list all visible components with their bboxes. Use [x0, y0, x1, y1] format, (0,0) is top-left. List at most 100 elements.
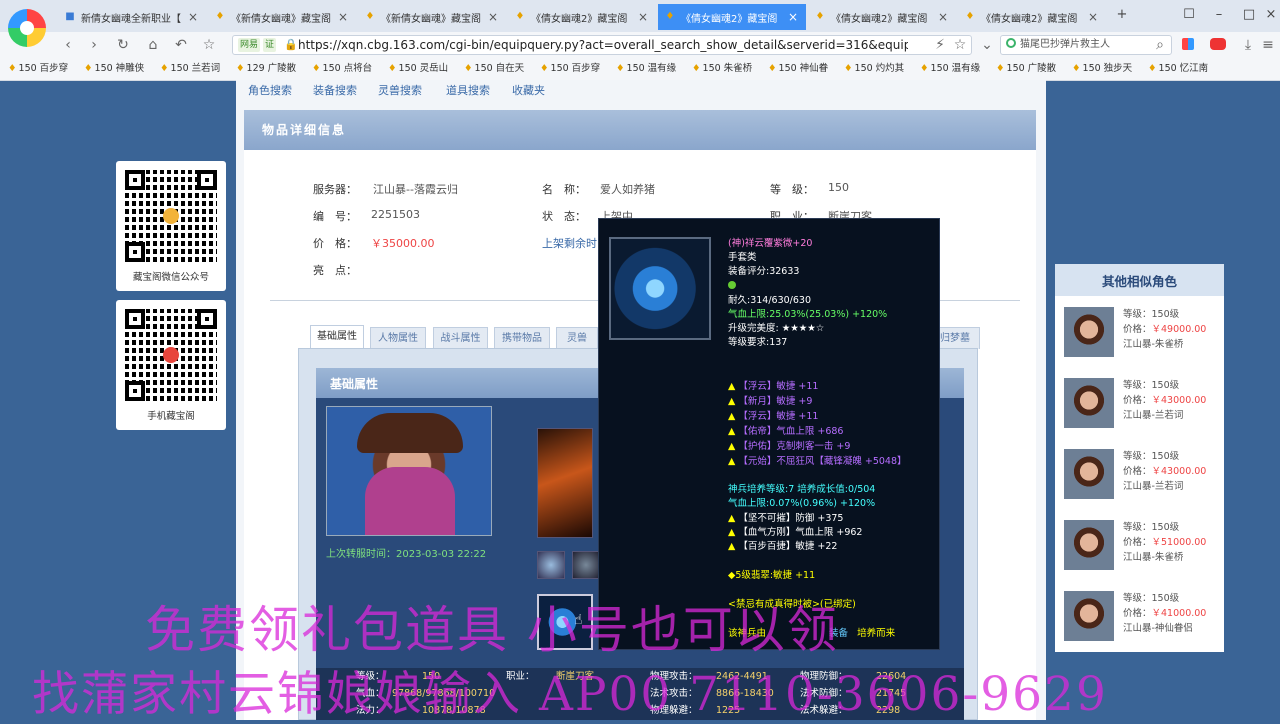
bookmark-icon: ♦	[464, 63, 473, 74]
bookmark-item[interactable]: ♦ 150 忆江南	[1148, 60, 1208, 78]
item-attr: ▲ 【浮云】敏捷 +11	[728, 411, 819, 422]
character-portrait	[326, 406, 492, 536]
browser-tab[interactable]: ♦ 《新倩女幽魂》藏宝阁 ×	[358, 4, 506, 30]
bookmark-item[interactable]: ♦ 129 广陵散	[236, 60, 296, 78]
similar-role-avatar[interactable]	[1064, 378, 1114, 428]
similar-role-avatar[interactable]	[1064, 449, 1114, 499]
similar-role-info[interactable]: 等级：150级 价格：￥43000.00 江山暴-兰若词	[1123, 449, 1206, 494]
bookmark-icon: ♦	[388, 63, 397, 74]
favorite-star-icon[interactable]: ☆	[199, 36, 219, 54]
attr-bullet-icon: ▲	[728, 441, 736, 452]
undo-close-icon[interactable]: ↶	[171, 36, 191, 54]
forward-icon[interactable]: ›	[84, 36, 104, 54]
close-window-icon[interactable]: ×	[1260, 6, 1280, 24]
minimize-icon[interactable]: –	[1208, 6, 1230, 24]
item-name: (神)祥云覆紫微+20	[728, 238, 813, 249]
bookmark-item[interactable]: ♦ 150 自在天	[464, 60, 524, 78]
refine-level: 神兵培养等级:7 培养成长值:0/504	[728, 484, 876, 495]
nav-pet-search[interactable]: 灵兽搜索	[378, 82, 422, 100]
bookmark-item[interactable]: ♦ 150 灵岳山	[388, 60, 448, 78]
nav-item-search[interactable]: 道具搜索	[446, 82, 490, 100]
game-icon[interactable]	[1210, 38, 1226, 50]
bookmark-item[interactable]: ♦ 150 神仙眷	[768, 60, 828, 78]
bookmark-item[interactable]: ♦ 150 朱雀桥	[692, 60, 752, 78]
nav-role-search[interactable]: 角色搜索	[248, 82, 292, 100]
equip-slot-thumbnail[interactable]	[537, 551, 565, 579]
item-attr: ▲ 【浮云】敏捷 +11	[728, 381, 819, 392]
refine-attr: ▲ 【百步百捷】敏捷 +22	[728, 541, 838, 552]
similar-role-info[interactable]: 等级：150级 价格：￥43000.00 江山暴-兰若词	[1123, 378, 1206, 423]
mobile-qr-label: 手机藏宝阁	[147, 411, 195, 422]
dropdown-chevron-icon[interactable]: ⌄	[977, 36, 997, 54]
close-tab-icon[interactable]: ×	[336, 10, 350, 24]
skin-icon[interactable]: ☐	[1178, 6, 1200, 24]
id-label: 编 号：	[313, 210, 357, 223]
tab-carried-items[interactable]: 携带物品	[494, 327, 550, 349]
menu-icon[interactable]: ≡	[1258, 36, 1278, 54]
bookmark-item[interactable]: ♦ 150 百步穿	[540, 60, 600, 78]
bookmark-item[interactable]: ♦ 150 点将台	[312, 60, 372, 78]
similar-role-info[interactable]: 等级：150级 价格：￥51000.00 江山暴-朱雀桥	[1123, 520, 1206, 565]
server-value: 江山暴--落霞云归	[373, 183, 458, 196]
bookmark-item[interactable]: ♦ 150 兰若词	[160, 60, 220, 78]
site-badge: 网易	[238, 38, 261, 52]
attr-bullet-icon: ▲	[728, 411, 736, 422]
apps-icon[interactable]	[1182, 38, 1194, 50]
close-tab-icon[interactable]: ×	[486, 10, 500, 24]
browser-tab-active[interactable]: ♦ 《倩女幽魂2》藏宝阁 ×	[658, 4, 806, 30]
bookmark-item[interactable]: ♦ 150 神雕侠	[84, 60, 144, 78]
attr-bullet-icon: ▲	[728, 541, 736, 552]
nav-equip-search[interactable]: 装备搜索	[313, 82, 357, 100]
close-tab-icon[interactable]: ×	[1086, 10, 1100, 24]
browser-tab[interactable]: ♦ 《倩女幽魂2》藏宝阁 ×	[958, 4, 1106, 30]
item-durability: 耐久:314/630/630	[728, 295, 811, 306]
flash-icon[interactable]: ⚡	[930, 36, 950, 54]
close-tab-icon[interactable]: ×	[936, 10, 950, 24]
wechat-qr-label: 藏宝阁微信公众号	[132, 272, 209, 283]
bookmark-star-icon[interactable]: ☆	[950, 36, 970, 54]
tab-pets[interactable]: 灵兽	[556, 327, 598, 349]
bookmark-item[interactable]: ♦ 150 广陵散	[996, 60, 1056, 78]
browser-logo-icon[interactable]	[8, 9, 46, 47]
bookmark-icon: ♦	[160, 63, 169, 74]
browser-tab[interactable]: ♦ 《倩女幽魂2》藏宝阁 ×	[808, 4, 956, 30]
browser-tab[interactable]: ♦ 《新倩女幽魂》藏宝阁 ×	[208, 4, 356, 30]
similar-role-avatar[interactable]	[1064, 591, 1114, 641]
back-icon[interactable]: ‹	[58, 36, 78, 54]
item-attr: ▲ 【佑帝】气血上限 +686	[728, 426, 844, 437]
search-input[interactable]: 猫尾巴抄弹片救主人	[1020, 36, 1150, 54]
page-favicon-icon: ♦	[215, 11, 225, 22]
maximize-icon[interactable]: □	[1238, 6, 1260, 24]
weapon-thumbnail[interactable]	[537, 428, 593, 538]
attr-bullet-icon: ▲	[728, 396, 736, 407]
equip-slot-thumbnail[interactable]	[572, 551, 600, 579]
tab-combat-attrs[interactable]: 战斗属性	[433, 327, 488, 349]
download-icon[interactable]: ⤓	[1238, 36, 1258, 54]
bookmark-item[interactable]: ♦ 150 温有缘	[920, 60, 980, 78]
similar-role-info[interactable]: 等级：150级 价格：￥49000.00 江山暴-朱雀桥	[1123, 307, 1206, 352]
mobile-qr-card: 手机藏宝阁	[116, 300, 226, 430]
new-tab-icon[interactable]: +	[1111, 6, 1133, 24]
price-value: ￥35000.00	[371, 237, 435, 250]
bookmark-item[interactable]: ♦ 150 灼灼其	[844, 60, 904, 78]
similar-role-info[interactable]: 等级：150级 价格：￥41000.00 江山暴-神仙眷侣	[1123, 591, 1206, 636]
refresh-icon[interactable]: ↻	[113, 36, 133, 54]
close-tab-icon[interactable]: ×	[636, 10, 650, 24]
item-attr: ▲ 【护佑】克制刺客一击 +9	[728, 441, 851, 452]
similar-role-avatar[interactable]	[1064, 520, 1114, 570]
url-text[interactable]: https://xqn.cbg.163.com/cgi-bin/equipque…	[298, 36, 908, 54]
close-tab-icon[interactable]: ×	[786, 10, 800, 24]
browser-tab[interactable]: ■ 新倩女幽魂全新职业【 ×	[58, 4, 206, 30]
item-attr: ▲ 【新月】敏捷 +9	[728, 396, 813, 407]
tab-character-attrs[interactable]: 人物属性	[370, 327, 426, 349]
home-icon[interactable]: ⌂	[143, 36, 163, 54]
bookmark-item[interactable]: ♦ 150 温有缘	[616, 60, 676, 78]
close-tab-icon[interactable]: ×	[186, 10, 200, 24]
browser-tab[interactable]: ♦ 《倩女幽魂2》藏宝阁 ×	[508, 4, 656, 30]
bookmark-item[interactable]: ♦ 150 百步穿	[8, 60, 68, 78]
similar-role-avatar[interactable]	[1064, 307, 1114, 357]
bookmark-item[interactable]: ♦ 150 独步天	[1072, 60, 1132, 78]
search-icon[interactable]: ⌕	[1150, 36, 1170, 54]
tab-basic-attrs[interactable]: 基础属性	[310, 325, 364, 349]
nav-favorites[interactable]: 收藏夹	[512, 82, 545, 100]
